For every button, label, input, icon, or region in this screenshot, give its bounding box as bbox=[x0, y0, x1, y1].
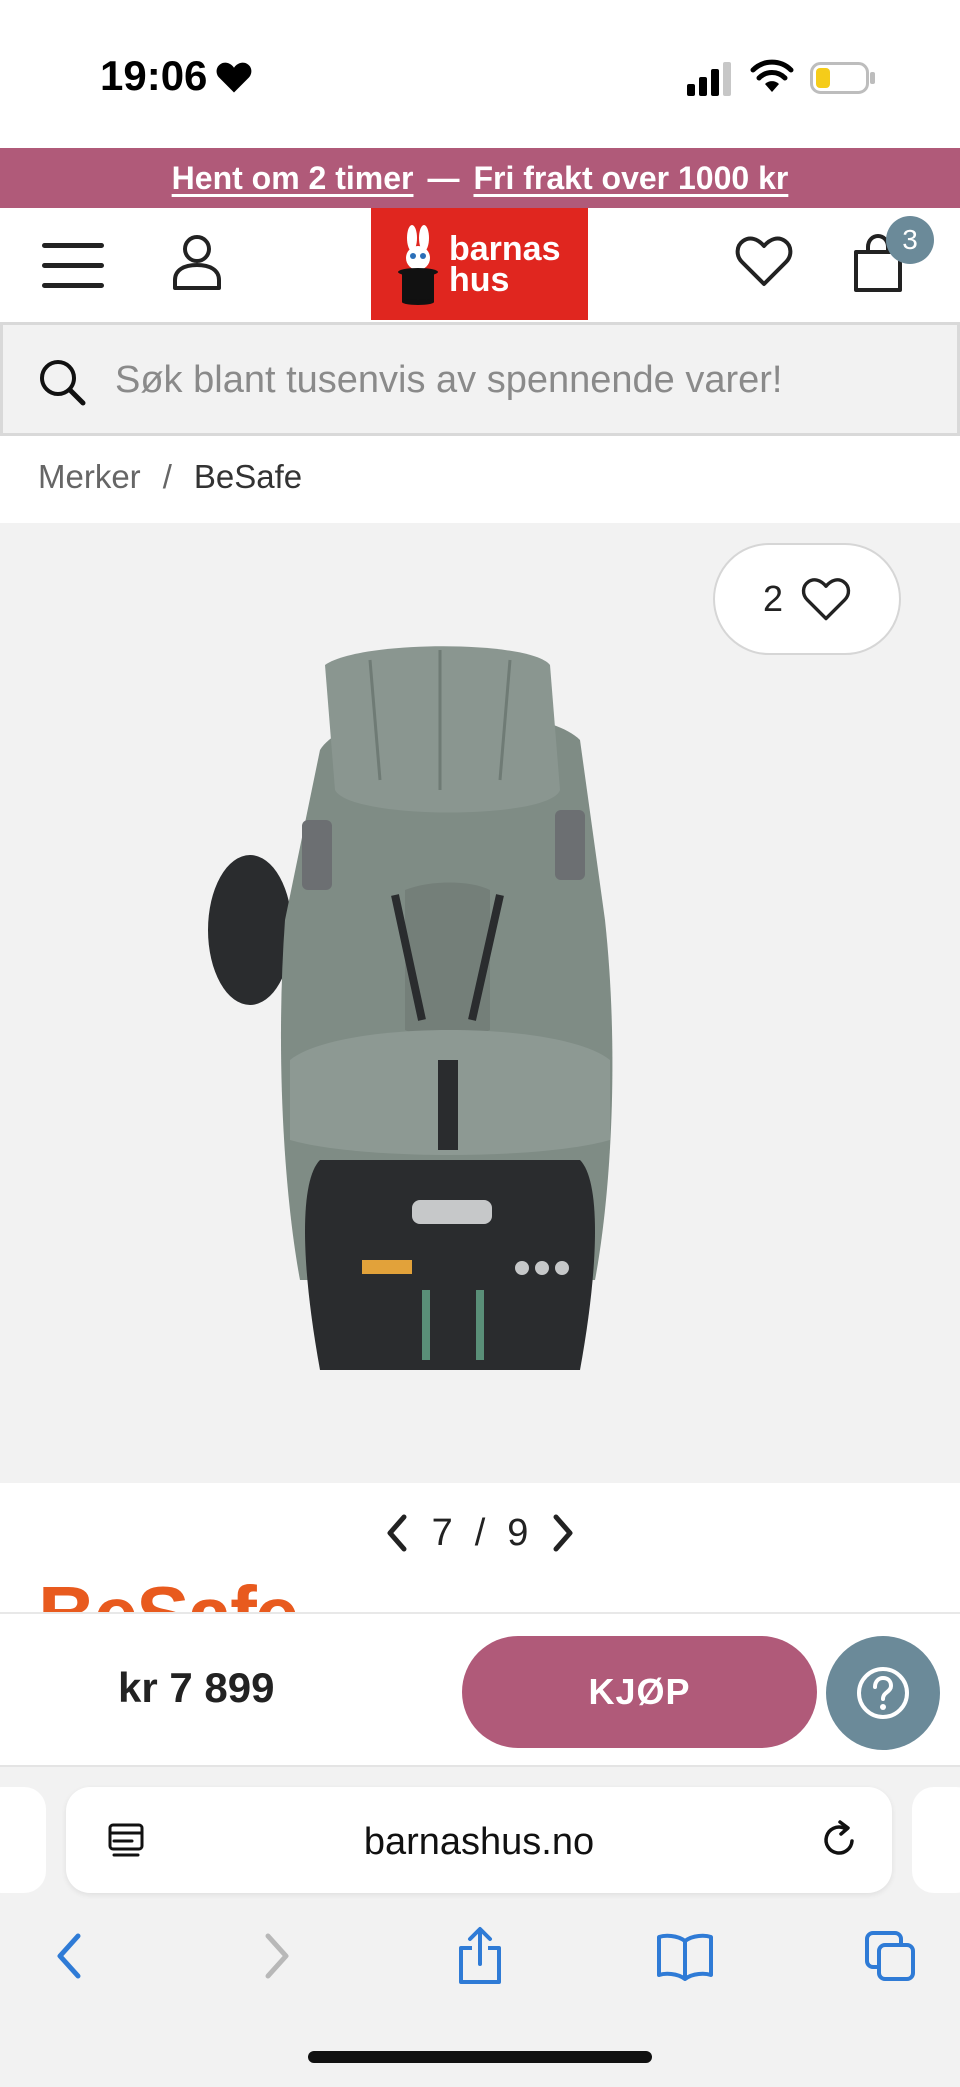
logo-text: barnas hus bbox=[449, 230, 561, 299]
brand-logo[interactable]: BeSafe bbox=[38, 1570, 358, 1614]
breadcrumb-separator: / bbox=[162, 458, 172, 495]
chevron-left-icon[interactable] bbox=[384, 1513, 410, 1553]
search-bar bbox=[0, 322, 960, 436]
site-logo[interactable]: barnas hus bbox=[371, 208, 588, 320]
rabbit-hat-logo-icon bbox=[398, 225, 438, 305]
menu-icon[interactable] bbox=[42, 243, 104, 289]
browser-chrome: barnashus.no bbox=[0, 1767, 960, 2087]
search-input[interactable] bbox=[115, 347, 915, 413]
buy-button[interactable]: KJØP bbox=[462, 1636, 817, 1748]
question-mark-icon bbox=[857, 1667, 909, 1719]
back-icon[interactable] bbox=[34, 1921, 104, 1991]
help-button[interactable] bbox=[826, 1636, 940, 1750]
wifi-icon bbox=[750, 59, 794, 92]
user-account-icon[interactable] bbox=[170, 232, 224, 292]
sticky-buy-bar: kr 7 899 KJØP bbox=[0, 1612, 960, 1767]
pager-total: 9 bbox=[507, 1511, 529, 1554]
product-image-car-seat bbox=[208, 646, 613, 1370]
favorite-button[interactable]: 2 bbox=[713, 543, 901, 655]
favorite-count: 2 bbox=[762, 578, 784, 619]
promo-banner: Hent om 2 timer — Fri frakt over 1000 kr bbox=[0, 148, 960, 208]
status-time: 19:06 bbox=[100, 52, 208, 99]
cart-count-badge: 3 bbox=[886, 216, 934, 264]
previous-tab[interactable] bbox=[0, 1787, 46, 1893]
cellular-signal-icon bbox=[687, 62, 731, 96]
image-pager: 7 / 9 bbox=[0, 1498, 960, 1568]
status-bar: 19:06 bbox=[0, 0, 960, 148]
promo-link-free-shipping[interactable]: Fri frakt over 1000 kr bbox=[473, 160, 788, 197]
address-bar[interactable]: barnashus.no bbox=[66, 1787, 892, 1893]
share-icon[interactable] bbox=[445, 1921, 515, 1991]
forward-icon[interactable] bbox=[242, 1921, 312, 1991]
heart-outline-icon bbox=[801, 578, 851, 621]
reload-icon[interactable] bbox=[818, 1819, 860, 1861]
chevron-right-icon[interactable] bbox=[550, 1513, 576, 1553]
promo-separator: — bbox=[427, 159, 460, 196]
next-tab[interactable] bbox=[912, 1787, 960, 1893]
breadcrumb: Merker / BeSafe bbox=[38, 458, 302, 496]
home-indicator bbox=[308, 2051, 652, 2063]
heart-filled-icon bbox=[216, 62, 252, 93]
bookmarks-icon[interactable] bbox=[650, 1921, 720, 1991]
browser-toolbar bbox=[0, 1921, 960, 2001]
search-icon[interactable] bbox=[37, 357, 87, 407]
pager-separator: / bbox=[474, 1511, 486, 1554]
product-price: kr 7 899 bbox=[118, 1664, 275, 1711]
url-text: barnashus.no bbox=[363, 1821, 595, 1863]
wishlist-heart-icon[interactable] bbox=[735, 234, 793, 288]
pager-current: 7 bbox=[431, 1511, 453, 1554]
promo-link-pickup[interactable]: Hent om 2 timer bbox=[172, 160, 414, 197]
tabs-icon[interactable] bbox=[855, 1921, 925, 1991]
breadcrumb-item-merker[interactable]: Merker bbox=[38, 458, 141, 496]
breadcrumb-item-current[interactable]: BeSafe bbox=[194, 458, 302, 496]
battery-icon bbox=[810, 62, 875, 94]
site-header: barnas hus 3 bbox=[0, 208, 960, 322]
